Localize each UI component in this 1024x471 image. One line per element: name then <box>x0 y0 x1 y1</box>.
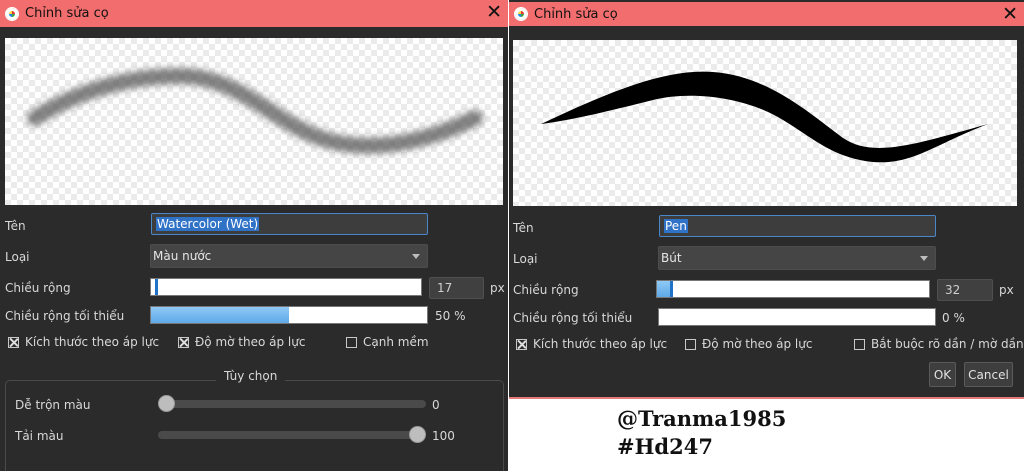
cancel-button[interactable]: Cancel <box>964 362 1013 387</box>
options-group-title: Tùy chọn <box>216 369 286 383</box>
app-icon <box>514 7 528 21</box>
width-slider[interactable] <box>150 278 422 296</box>
load-label: Tải màu <box>15 429 64 443</box>
brush-edit-dialog-pen: Chỉnh sửa cọ ✕ Tên Pen Loại Bút Chiều rộ… <box>509 0 1024 399</box>
min-width-slider[interactable] <box>658 308 936 326</box>
soft-edge-checkbox[interactable]: Cạnh mềm <box>346 335 429 349</box>
brush-stroke-preview <box>5 38 503 205</box>
options-group <box>5 380 504 471</box>
close-icon[interactable]: ✕ <box>1002 3 1018 25</box>
watercolor-stroke-preview <box>27 67 483 154</box>
name-label: Tên <box>513 221 534 235</box>
load-slider[interactable] <box>158 426 426 443</box>
type-label: Loại <box>5 250 30 264</box>
width-slider-handle[interactable] <box>670 281 673 297</box>
pressure-size-checkbox[interactable]: Kích thước theo áp lực <box>8 335 159 349</box>
min-width-label: Chiều rộng tối thiểu <box>513 311 633 325</box>
width-slider-fill <box>657 281 671 297</box>
min-width-value: 0 % <box>942 311 965 325</box>
width-number-value: 17 <box>437 281 453 295</box>
width-number-input[interactable]: 17 <box>429 277 484 299</box>
watermark-username: @Tranma1985 <box>617 406 787 431</box>
close-icon[interactable]: ✕ <box>486 1 502 23</box>
pressure-size-label: Kích thước theo áp lực <box>533 337 668 351</box>
title-bar[interactable]: Chỉnh sửa cọ ✕ <box>0 0 508 27</box>
type-label: Loại <box>513 252 538 266</box>
name-input-value: Watercolor (Wet) <box>156 217 260 231</box>
app-icon <box>5 6 19 21</box>
ok-button[interactable]: OK <box>929 362 956 387</box>
width-slider-handle[interactable] <box>155 279 158 295</box>
type-select-value: Bút <box>661 251 682 265</box>
min-width-label: Chiều rộng tối thiểu <box>5 309 125 323</box>
force-fade-checkbox[interactable]: Bắt buộc rõ dần / mờ dần <box>854 337 1024 351</box>
width-slider[interactable] <box>656 280 930 298</box>
soft-edge-label: Cạnh mềm <box>363 335 429 349</box>
width-unit: px <box>490 281 505 295</box>
pressure-opacity-checkbox[interactable]: Độ mờ theo áp lực <box>178 335 305 349</box>
name-input[interactable]: Watercolor (Wet) <box>151 213 428 235</box>
dialog-bottom-border <box>509 397 1024 399</box>
load-slider-handle[interactable] <box>409 426 426 443</box>
width-label: Chiều rộng <box>513 283 579 297</box>
name-input[interactable]: Pen <box>659 215 936 237</box>
pressure-size-label: Kích thước theo áp lực <box>25 335 160 349</box>
pressure-opacity-label: Độ mờ theo áp lực <box>195 335 306 349</box>
type-select[interactable]: Màu nước <box>150 244 428 268</box>
checkbox-icon <box>346 336 357 348</box>
min-width-slider[interactable] <box>150 306 428 324</box>
pressure-opacity-label: Độ mờ theo áp lực <box>702 337 813 351</box>
checkbox-icon <box>178 336 189 348</box>
width-label: Chiều rộng <box>5 281 71 295</box>
width-unit: px <box>999 283 1014 297</box>
force-fade-label: Bắt buộc rõ dần / mờ dần <box>871 337 1024 351</box>
title-bar[interactable]: Chỉnh sửa cọ ✕ <box>509 2 1024 26</box>
name-input-value: Pen <box>664 219 688 233</box>
pressure-size-checkbox[interactable]: Kích thước theo áp lực <box>516 337 667 351</box>
blend-slider[interactable] <box>158 395 426 412</box>
checkbox-icon <box>685 338 696 350</box>
min-width-slider-fill <box>151 307 289 323</box>
checkbox-icon <box>516 338 527 350</box>
min-width-value: 50 % <box>435 309 466 323</box>
blend-label: Dễ trộn màu <box>15 398 91 412</box>
type-select[interactable]: Bút <box>658 246 936 270</box>
name-label: Tên <box>5 219 26 233</box>
watermark-hashtag: #Hd247 <box>617 434 713 459</box>
checkbox-icon <box>8 336 19 348</box>
width-number-value: 32 <box>945 283 961 297</box>
checkbox-icon <box>854 338 865 350</box>
dialog-title: Chỉnh sửa cọ <box>25 6 109 21</box>
load-value: 100 <box>432 429 455 443</box>
dropdown-arrow-icon <box>412 254 420 259</box>
width-number-input[interactable]: 32 <box>937 279 993 301</box>
brush-stroke-preview <box>513 40 1017 206</box>
dropdown-arrow-icon <box>920 256 928 261</box>
blend-value: 0 <box>432 398 440 412</box>
blend-slider-handle[interactable] <box>158 395 175 412</box>
pressure-opacity-checkbox[interactable]: Độ mờ theo áp lực <box>685 337 812 351</box>
dialog-title: Chỉnh sửa cọ <box>534 6 618 22</box>
brush-edit-dialog-watercolor: Chỉnh sửa cọ ✕ Tên Watercolor (Wet) Loại… <box>0 0 508 471</box>
pen-stroke-preview <box>541 71 988 163</box>
type-select-value: Màu nước <box>153 249 212 263</box>
